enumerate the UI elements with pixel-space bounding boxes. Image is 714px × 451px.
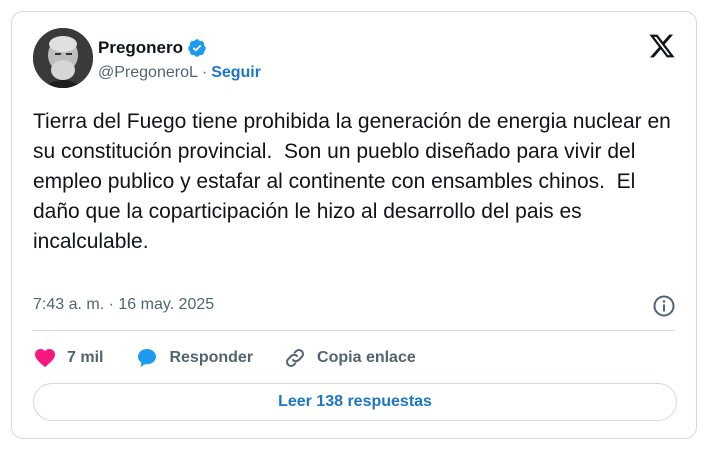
copy-link-button[interactable]: Copia enlace xyxy=(283,346,416,370)
like-button[interactable]: 7 mil xyxy=(33,346,103,370)
tweet-card: Pregonero @PregoneroL · Seguir Tierra de… xyxy=(11,11,697,439)
x-logo-icon[interactable] xyxy=(648,32,676,60)
copy-link-label: Copia enlace xyxy=(317,349,416,366)
verified-badge-icon xyxy=(188,39,206,57)
read-replies-button[interactable]: Leer 138 respuestas xyxy=(33,383,677,421)
avatar[interactable] xyxy=(33,28,93,88)
action-bar: 7 mil Responder Copia enlace xyxy=(33,344,416,372)
tweet-timestamp[interactable]: 7:43 a. m. · 16 may. 2025 xyxy=(33,296,214,314)
user-handle[interactable]: @PregoneroL xyxy=(98,64,198,82)
user-name[interactable]: Pregonero xyxy=(98,38,183,58)
divider xyxy=(33,330,675,331)
reply-button[interactable]: Responder xyxy=(135,346,253,370)
heart-icon xyxy=(35,349,55,368)
follow-button[interactable]: Seguir xyxy=(211,64,261,82)
reply-label: Responder xyxy=(169,349,254,366)
handle-row: @PregoneroL · Seguir xyxy=(98,64,261,82)
user-name-row: Pregonero xyxy=(98,38,207,58)
like-count: 7 mil xyxy=(67,349,104,366)
tweet-text: Tierra del Fuego tiene prohibida la gene… xyxy=(33,110,677,253)
link-icon xyxy=(286,349,305,367)
separator-dot: · xyxy=(201,64,208,81)
info-icon[interactable] xyxy=(652,294,676,318)
reply-bubble-icon xyxy=(138,349,157,367)
